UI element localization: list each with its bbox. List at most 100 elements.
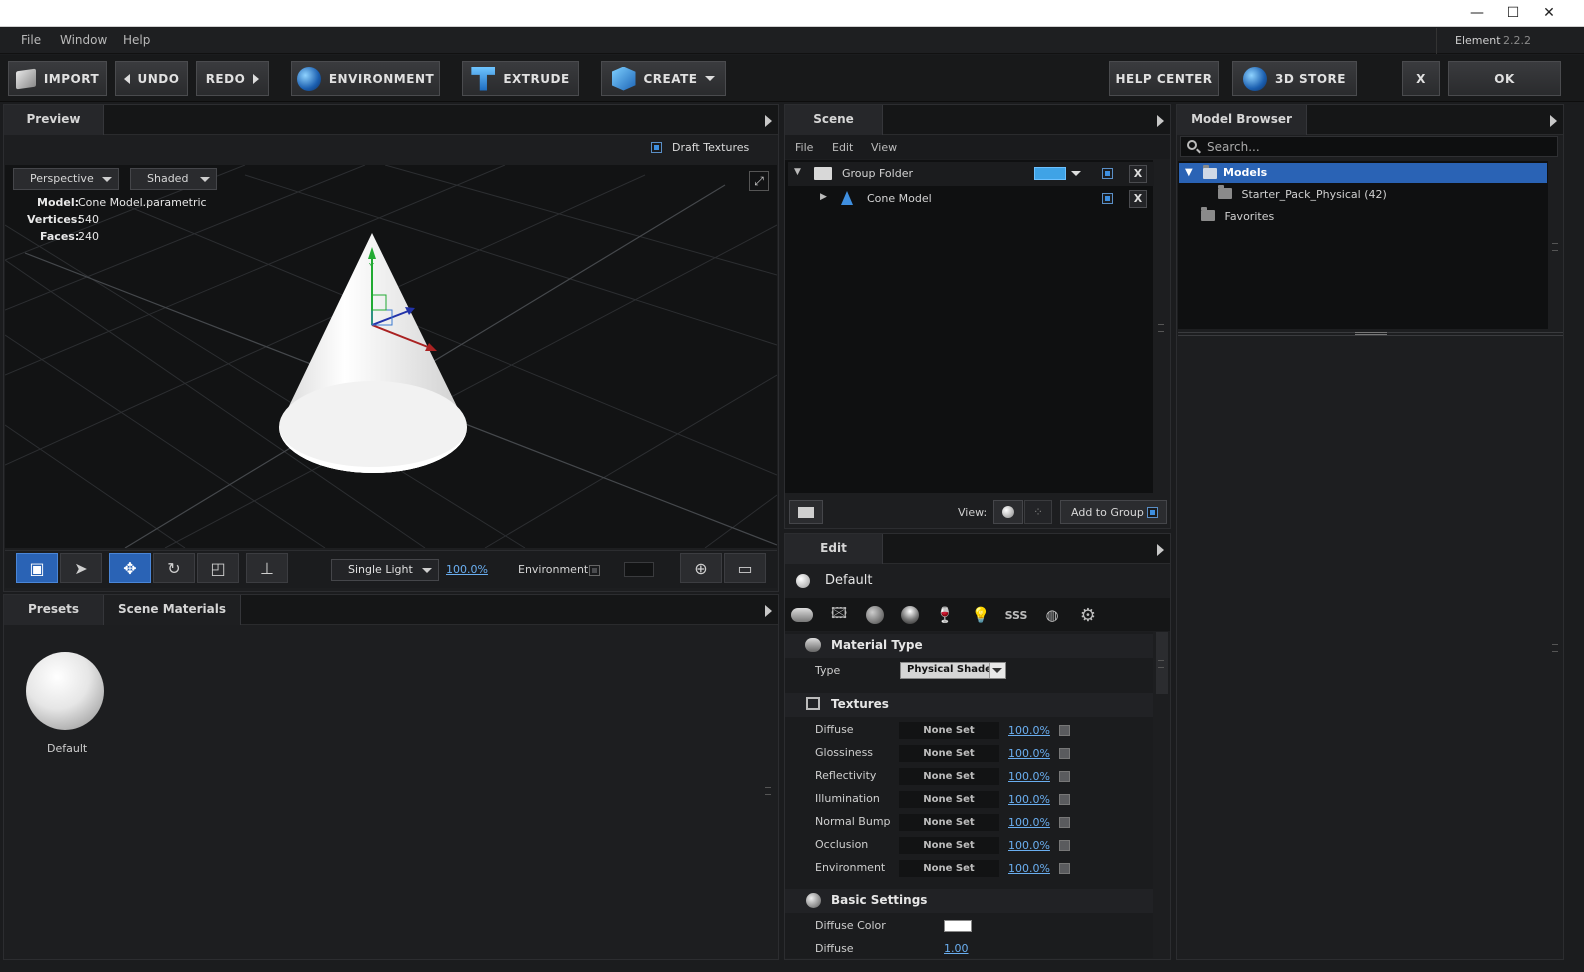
new-folder-button[interactable] [789, 500, 823, 524]
cone-delete-button[interactable]: X [1129, 190, 1147, 208]
texture-pct-occlusion[interactable]: 100.0% [1008, 839, 1050, 852]
menu-file[interactable]: File [21, 33, 41, 47]
texture-slot-occlusion[interactable]: None Set [899, 837, 999, 854]
add-to-group-checkbox[interactable] [1147, 507, 1158, 518]
basic-icon-button[interactable] [864, 604, 886, 626]
collapse-icon[interactable]: ▼ [1185, 163, 1193, 183]
scroll-grip[interactable] [1552, 243, 1558, 251]
scroll-grip[interactable] [1158, 660, 1164, 668]
panel-expand-icon[interactable] [1157, 544, 1164, 556]
expand-icon[interactable]: ▶ [820, 192, 827, 202]
scroll-grip[interactable] [1552, 644, 1558, 652]
collapse-icon[interactable]: ▼ [794, 167, 801, 177]
texture-slot-environment[interactable]: None Set [899, 860, 999, 877]
texture-pct-diffuse[interactable]: 100.0% [1008, 724, 1050, 737]
lighting-dropdown[interactable]: Single Light [331, 559, 439, 581]
splitter-grip[interactable] [1355, 332, 1387, 335]
close-window-button[interactable]: ✕ [1530, 0, 1568, 27]
scene-menu-edit[interactable]: Edit [832, 141, 853, 154]
environment-color-swatch[interactable] [624, 562, 654, 577]
ok-button[interactable]: OK [1448, 61, 1561, 96]
texture-pct-normal-bump[interactable]: 100.0% [1008, 816, 1050, 829]
camera-dropdown[interactable]: Perspective [13, 168, 119, 190]
environment-checkbox[interactable] [589, 565, 600, 576]
texture-slot-glossiness[interactable]: None Set [899, 745, 999, 762]
texture-toggle-reflectivity[interactable] [1059, 771, 1070, 782]
target-button[interactable]: ⊕ [680, 553, 722, 583]
illumination-icon-button[interactable]: 💡 [970, 604, 992, 626]
scale-tool-button[interactable]: ◰ [197, 553, 239, 583]
refract-icon-button[interactable]: 🍷 [934, 604, 956, 626]
group-color-swatch[interactable] [1034, 167, 1066, 180]
view-wire-button[interactable]: ⁘ [1024, 500, 1052, 524]
select-tool-button[interactable]: ➤ [60, 553, 102, 583]
material-icon-button[interactable] [791, 604, 813, 626]
texture-toggle-glossiness[interactable] [1059, 748, 1070, 759]
render-view-button[interactable]: ▭ [724, 553, 766, 583]
type-dropdown[interactable]: Physical Shader [900, 662, 1006, 679]
view-shaded-button[interactable] [993, 500, 1023, 524]
reflect-icon-button[interactable] [899, 604, 921, 626]
group-delete-button[interactable]: X [1129, 165, 1147, 183]
settings-icon-button[interactable]: ⚙ [1077, 604, 1099, 626]
scene-menu-file[interactable]: File [795, 141, 813, 154]
panel-expand-icon[interactable] [765, 605, 772, 617]
diffuse-value[interactable]: 1.00 [944, 942, 969, 955]
import-button[interactable]: IMPORT [8, 61, 107, 96]
light-intensity-value[interactable]: 100.0% [446, 563, 488, 576]
tree-row-cone-model[interactable]: ▶ Cone Model X [788, 187, 1154, 211]
camera-tool-button[interactable]: ▣ [16, 553, 58, 583]
3d-store-button[interactable]: 3D STORE [1232, 61, 1357, 96]
texture-slot-normal-bump[interactable]: None Set [899, 814, 999, 831]
tree-row-favorites[interactable]: Favorites [1201, 207, 1547, 227]
chevron-down-icon[interactable] [1071, 171, 1081, 176]
fullscreen-button[interactable]: ⤢ [749, 171, 769, 191]
tab-model-browser[interactable]: Model Browser [1177, 105, 1307, 135]
minimize-button[interactable]: — [1458, 0, 1496, 27]
tab-edit[interactable]: Edit [785, 534, 883, 564]
add-to-group-button[interactable]: Add to Group [1060, 500, 1167, 524]
cone-visibility-checkbox[interactable] [1102, 193, 1113, 204]
axis-tool-button[interactable]: ⊥ [246, 553, 288, 583]
preset-default[interactable]: Default [24, 652, 106, 757]
redo-button[interactable]: REDO [196, 61, 269, 96]
draft-textures-checkbox[interactable] [651, 142, 662, 153]
move-tool-button[interactable]: ✥ [109, 553, 151, 583]
texture-toggle-diffuse[interactable] [1059, 725, 1070, 736]
shading-dropdown[interactable]: Shaded [130, 168, 217, 190]
tree-row-models[interactable]: ▼ Models [1179, 163, 1547, 183]
scroll-grip[interactable] [765, 787, 771, 795]
panel-expand-icon[interactable] [765, 115, 772, 127]
texture-slot-diffuse[interactable]: None Set [899, 722, 999, 739]
diffuse-color-swatch[interactable] [944, 920, 972, 932]
tab-scene-materials[interactable]: Scene Materials [104, 595, 241, 625]
extrude-button[interactable]: EXTRUDE [462, 61, 579, 96]
cancel-button[interactable]: X [1402, 61, 1440, 96]
group-visibility-checkbox[interactable] [1102, 168, 1113, 179]
tab-presets[interactable]: Presets [4, 595, 104, 625]
scene-menu-view[interactable]: View [871, 141, 897, 154]
create-button[interactable]: CREATE [601, 61, 726, 96]
sss-icon-button[interactable]: SSS [1005, 604, 1028, 626]
texture-pct-illumination[interactable]: 100.0% [1008, 793, 1050, 806]
texture-toggle-environment[interactable] [1059, 863, 1070, 874]
help-center-button[interactable]: HELP CENTER [1109, 61, 1219, 96]
environment-button[interactable]: ENVIRONMENT [291, 61, 440, 96]
normal-icon-button[interactable]: ◍ [1041, 604, 1063, 626]
texture-pct-glossiness[interactable]: 100.0% [1008, 747, 1050, 760]
texture-pct-reflectivity[interactable]: 100.0% [1008, 770, 1050, 783]
edit-scrollbar[interactable] [1154, 632, 1170, 958]
undo-button[interactable]: UNDO [115, 61, 188, 96]
textures-icon-button[interactable]: 🖾 [828, 604, 850, 626]
rotate-tool-button[interactable]: ↻ [153, 553, 195, 583]
texture-pct-environment[interactable]: 100.0% [1008, 862, 1050, 875]
texture-toggle-illumination[interactable] [1059, 794, 1070, 805]
panel-expand-icon[interactable] [1550, 115, 1557, 127]
maximize-button[interactable]: ☐ [1494, 0, 1532, 27]
menu-help[interactable]: Help [123, 33, 150, 47]
3d-viewport[interactable]: Y Perspective Shaded ⤢ Model: Cone Model… [5, 165, 777, 548]
tree-row-group-folder[interactable]: ▼ Group Folder X [788, 162, 1154, 186]
draft-textures-toggle[interactable]: Draft Textures [651, 141, 749, 154]
model-search-field[interactable]: Search... [1180, 136, 1558, 157]
tab-preview[interactable]: Preview [4, 105, 104, 135]
